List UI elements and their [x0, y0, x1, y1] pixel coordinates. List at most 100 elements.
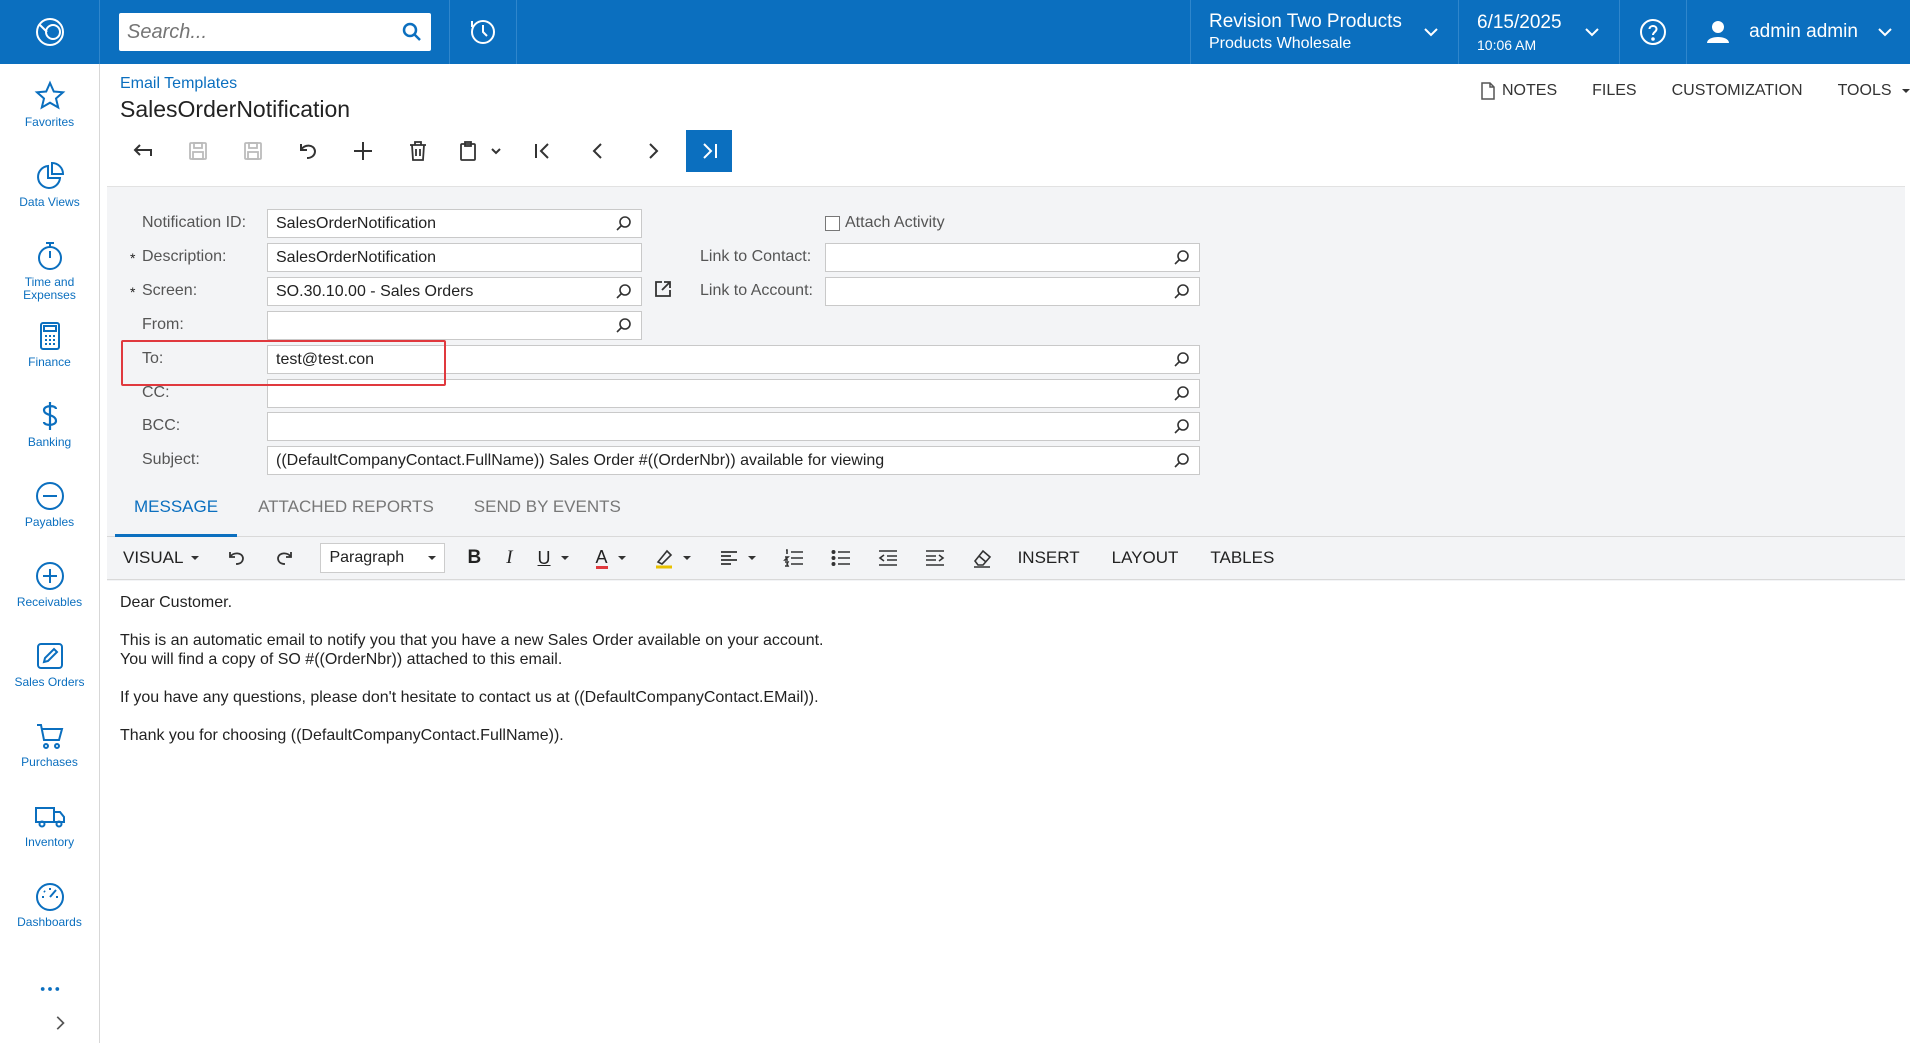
editor-redo-button[interactable]: [273, 547, 295, 569]
pie-chart-icon: [36, 161, 64, 189]
nav-item-banking[interactable]: Banking: [0, 400, 99, 470]
nav-item-time-and-expenses[interactable]: Time and Expenses: [0, 240, 99, 310]
app-logo[interactable]: [0, 0, 100, 64]
align-left-icon: [720, 551, 737, 565]
tab-attached-reports[interactable]: ATTACHED REPORTS: [239, 497, 453, 537]
bcc-label: BCC:: [142, 417, 181, 434]
lookup-icon[interactable]: [615, 283, 633, 301]
nav-item-data-views[interactable]: Data Views: [0, 160, 99, 230]
numbered-list-button[interactable]: [782, 547, 805, 569]
italic-button[interactable]: I: [506, 547, 512, 569]
lookup-icon[interactable]: [615, 317, 633, 335]
outdent-button[interactable]: [877, 547, 899, 569]
font-color-button[interactable]: A: [595, 548, 628, 569]
lookup-icon[interactable]: [1173, 249, 1191, 267]
help-button[interactable]: [1619, 0, 1686, 64]
indent-button[interactable]: [924, 547, 946, 569]
link-to-account-field[interactable]: [825, 277, 1200, 306]
lookup-icon[interactable]: [1173, 351, 1191, 369]
search-icon[interactable]: [401, 21, 423, 43]
back-button[interactable]: [115, 130, 170, 172]
save-icon-button[interactable]: [225, 130, 280, 172]
insert-menu[interactable]: INSERT: [1018, 548, 1080, 568]
breadcrumb[interactable]: Email Templates: [120, 75, 237, 93]
description-field[interactable]: SalesOrderNotification: [267, 243, 642, 272]
tools-button[interactable]: TOOLS: [1838, 82, 1910, 100]
delete-button[interactable]: [390, 130, 445, 172]
lookup-icon[interactable]: [1173, 385, 1191, 403]
nav-item-purchases[interactable]: Purchases: [0, 720, 99, 790]
date-selector[interactable]: 6/15/2025 10:06 AM: [1458, 0, 1619, 64]
add-button[interactable]: [335, 130, 390, 172]
undo-button[interactable]: [280, 130, 335, 172]
nav-item-receivables[interactable]: Receivables: [0, 560, 99, 630]
nav-item-inventory[interactable]: Inventory: [0, 800, 99, 870]
nav-item-finance[interactable]: Finance: [0, 320, 99, 390]
nav-item-favorites[interactable]: Favorites: [0, 80, 99, 150]
editor-undo-button[interactable]: [226, 547, 248, 569]
link-to-contact-field[interactable]: [825, 243, 1200, 272]
layout-menu[interactable]: LAYOUT: [1112, 548, 1179, 568]
required-mark: *: [130, 284, 136, 300]
underline-button[interactable]: U: [538, 548, 571, 569]
page-title: SalesOrderNotification: [120, 96, 351, 122]
external-link-icon[interactable]: [653, 279, 673, 299]
lookup-icon[interactable]: [1173, 452, 1191, 470]
save-button[interactable]: [170, 130, 225, 172]
previous-record-button[interactable]: [570, 130, 625, 172]
last-record-button[interactable]: [686, 130, 732, 172]
bullet-list-button[interactable]: [830, 547, 852, 569]
screen-field[interactable]: SO.30.10.00 - Sales Orders: [267, 277, 642, 306]
visual-mode-dropdown[interactable]: VISUAL: [123, 548, 201, 568]
lookup-icon[interactable]: [615, 215, 633, 233]
search-input[interactable]: [127, 20, 401, 44]
notification-id-field[interactable]: SalesOrderNotification: [267, 209, 642, 238]
lookup-icon[interactable]: [1173, 418, 1191, 436]
align-button[interactable]: [718, 547, 758, 569]
eraser-icon: [973, 549, 991, 568]
screen-label: Screen:: [142, 282, 198, 299]
tab-message[interactable]: MESSAGE: [115, 497, 238, 537]
attach-activity-checkbox[interactable]: [825, 215, 840, 231]
customization-button[interactable]: CUSTOMIZATION: [1672, 82, 1803, 100]
minus-circle-icon: [35, 482, 64, 510]
nav-label: Favorites: [24, 115, 75, 129]
message-line: If you have any questions, please don't …: [120, 689, 819, 706]
bold-button[interactable]: B: [467, 547, 481, 569]
user-menu[interactable]: admin admin: [1686, 0, 1910, 64]
company-selector[interactable]: Revision Two Products Products Wholesale: [1190, 0, 1458, 64]
notes-button[interactable]: NOTES: [1480, 82, 1557, 100]
nav-more-button[interactable]: [0, 976, 99, 1006]
message-editor[interactable]: Dear Customer. This is an automatic emai…: [107, 581, 1905, 1043]
logo-icon: [35, 18, 64, 46]
search-area: [100, 0, 450, 64]
lookup-icon[interactable]: [1173, 283, 1191, 301]
bcc-field[interactable]: [267, 412, 1200, 441]
clear-formatting-button[interactable]: [971, 547, 993, 569]
nav-item-payables[interactable]: Payables: [0, 480, 99, 550]
nav-label: Inventory: [24, 835, 75, 849]
tab-send-by-events[interactable]: SEND BY EVENTS: [455, 497, 640, 537]
from-field[interactable]: [267, 311, 642, 340]
nav-label: Dashboards: [17, 915, 82, 929]
files-button[interactable]: FILES: [1592, 82, 1636, 100]
link-to-account-label: Link to Account:: [700, 282, 813, 299]
left-navigation: Favorites Data Views Time and Expenses F…: [0, 64, 100, 1043]
subject-field[interactable]: ((DefaultCompanyContact.FullName)) Sales…: [267, 446, 1200, 475]
nav-label: Sales Orders: [14, 675, 85, 689]
nav-item-sales-orders[interactable]: Sales Orders: [0, 640, 99, 710]
annotation-highlight-box: [121, 340, 446, 386]
tab-bar: MESSAGE ATTACHED REPORTS SEND BY EVENTS: [115, 497, 642, 537]
caret-down-icon: [428, 556, 437, 560]
highlight-color-button[interactable]: [653, 547, 693, 569]
paragraph-format-select[interactable]: Paragraph: [320, 543, 446, 573]
nav-item-dashboards[interactable]: Dashboards: [0, 880, 99, 950]
history-button[interactable]: [450, 0, 517, 64]
tables-menu[interactable]: TABLES: [1210, 548, 1274, 568]
attach-activity-option[interactable]: Attach Activity: [825, 214, 945, 232]
nav-label: Payables: [24, 515, 75, 529]
next-record-button[interactable]: [625, 130, 680, 172]
first-record-button[interactable]: [515, 130, 570, 172]
nav-expand-button[interactable]: [10, 1012, 109, 1042]
copy-paste-button[interactable]: [445, 130, 515, 172]
